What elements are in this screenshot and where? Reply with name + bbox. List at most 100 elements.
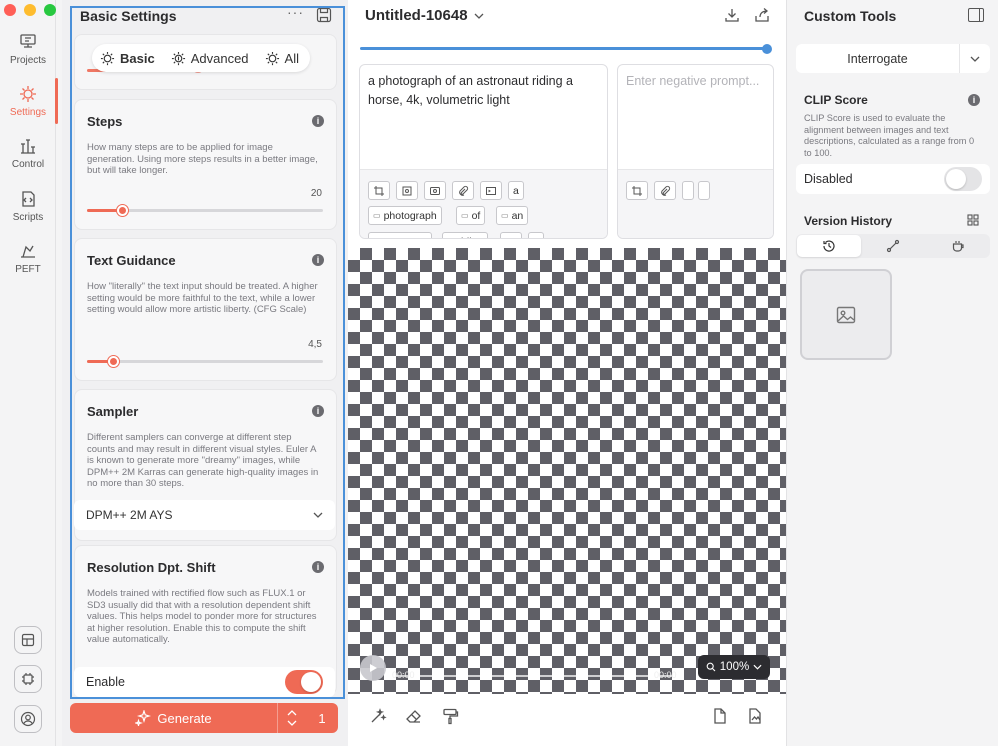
user-button[interactable] — [14, 705, 42, 733]
prompt-token-chip[interactable]: ▭ of — [456, 206, 486, 225]
steps-slider[interactable] — [87, 205, 323, 216]
steps-slider-knob[interactable] — [117, 205, 129, 216]
crop-icon — [632, 185, 642, 196]
tool-chip[interactable] — [626, 181, 648, 200]
resolution-shift-title: Resolution Dpt. Shift — [87, 560, 216, 575]
share-icon[interactable] — [754, 7, 770, 23]
video-scrubber[interactable] — [394, 675, 684, 677]
scripts-icon — [22, 191, 35, 207]
tab-cup[interactable] — [926, 235, 990, 257]
image-placeholder-icon — [836, 306, 856, 323]
clip-score-description: CLIP Score is used to evaluate the align… — [804, 113, 975, 158]
sparkle-icon — [135, 710, 152, 726]
rail-item-control[interactable]: Control — [0, 136, 56, 170]
empty-chip[interactable] — [698, 181, 710, 200]
save-icon[interactable] — [316, 7, 332, 23]
tool-chip[interactable] — [452, 181, 474, 200]
text-guidance-slider[interactable] — [87, 356, 323, 367]
text-guidance-title: Text Guidance — [87, 253, 176, 268]
progress-knob[interactable] — [762, 44, 772, 54]
interrogate-chevron[interactable] — [960, 56, 990, 62]
branch-icon — [887, 239, 900, 253]
sampler-select[interactable]: DPM++ 2M AYS — [74, 500, 335, 530]
tool-chip[interactable] — [424, 181, 446, 200]
tool-chip[interactable] — [480, 181, 502, 200]
tool-chip[interactable] — [654, 181, 676, 200]
layout-button[interactable] — [14, 626, 42, 654]
info-icon[interactable]: i — [312, 254, 324, 266]
chevron-down-icon — [474, 13, 484, 19]
chip-button[interactable] — [14, 665, 42, 693]
play-button[interactable] — [360, 655, 386, 681]
peft-icon — [21, 245, 35, 258]
projects-icon — [20, 34, 36, 48]
rail-label: PEFT — [15, 264, 41, 275]
info-icon[interactable]: i — [312, 561, 324, 573]
image-canvas[interactable] — [348, 248, 786, 694]
prompt-token-chip[interactable]: ▭ an — [496, 206, 529, 225]
close-window-button[interactable] — [4, 4, 16, 16]
token-icon: ▭ — [373, 211, 381, 220]
resolution-shift-toggle-row: Enable — [74, 667, 335, 697]
document-title[interactable]: Untitled-10648 — [365, 7, 484, 24]
search-icon — [706, 662, 716, 672]
prompt-token-area: a ▭photograph ▭of ▭an ▭astronaut ▭riding… — [360, 169, 607, 238]
info-icon[interactable]: i — [968, 94, 980, 106]
generate-button[interactable]: Generate — [70, 703, 278, 733]
info-icon[interactable]: i — [312, 115, 324, 127]
more-options-button[interactable]: ··· — [287, 4, 304, 20]
prompt-token-chip[interactable]: ▭riding — [442, 232, 489, 238]
rail-item-settings[interactable]: Settings — [0, 78, 58, 124]
negative-prompt-input[interactable]: Enter negative prompt... — [626, 72, 765, 91]
zoom-control[interactable]: 100% — [698, 655, 770, 679]
sidebar-toggle-icon[interactable] — [968, 8, 984, 22]
interrogate-dropdown[interactable]: Interrogate — [796, 44, 990, 73]
rail-label: Settings — [9, 107, 47, 118]
prompt-token-chip[interactable]: a — [508, 181, 524, 200]
token-icon: ▭ — [373, 237, 381, 238]
version-thumbnail[interactable] — [800, 269, 892, 360]
segment-advanced[interactable]: Advanced — [163, 46, 257, 70]
document-icon[interactable] — [711, 707, 729, 725]
tab-history[interactable] — [797, 235, 862, 257]
batch-stepper[interactable] — [278, 703, 306, 733]
clip-status-label: Disabled — [804, 172, 853, 186]
history-icon — [823, 240, 835, 252]
prompt-token-chip[interactable]: ▭ photograph — [368, 206, 442, 225]
minimize-window-button[interactable] — [24, 4, 36, 16]
magic-wand-icon[interactable] — [369, 707, 387, 725]
play-icon — [370, 664, 377, 672]
negative-token-area — [618, 169, 773, 238]
rail-label: Scripts — [12, 212, 44, 223]
basic-sun-icon — [100, 51, 115, 65]
paint-roller-icon[interactable] — [441, 707, 459, 725]
prompt-input[interactable]: a photograph of an astronaut riding a ho… — [368, 72, 599, 110]
clip-score-toggle[interactable] — [944, 167, 982, 191]
version-history-tabs — [796, 234, 990, 258]
prompt-box: a photograph of an astronaut riding a ho… — [359, 64, 608, 239]
info-icon[interactable]: i — [312, 405, 324, 417]
segment-all[interactable]: All — [257, 46, 307, 70]
prompt-token-chip[interactable]: a — [528, 232, 544, 238]
download-icon[interactable] — [724, 7, 740, 23]
export-image-icon[interactable] — [746, 707, 764, 725]
window-controls — [4, 4, 56, 16]
empty-chip[interactable] — [682, 181, 694, 200]
negative-prompt-box: Enter negative prompt... — [617, 64, 774, 239]
grid-icon[interactable] — [967, 214, 979, 226]
tool-chip[interactable] — [368, 181, 390, 200]
segment-basic[interactable]: Basic — [92, 46, 163, 70]
prompt-token-chip[interactable]: ▭astronaut — [368, 232, 433, 238]
rail-item-projects[interactable]: Projects — [0, 32, 56, 66]
custom-tools-title: Custom Tools — [804, 8, 897, 24]
prompt-token-chip[interactable]: ▭ — [500, 232, 522, 238]
rail-item-peft[interactable]: PEFT — [0, 241, 56, 275]
eraser-icon[interactable] — [404, 707, 422, 725]
zoom-window-button[interactable] — [44, 4, 56, 16]
tool-chip[interactable] — [396, 181, 418, 200]
tab-branch[interactable] — [861, 235, 925, 257]
enable-toggle[interactable] — [285, 670, 323, 694]
settings-panel-title: Basic Settings — [80, 8, 177, 24]
text-guidance-slider-knob[interactable] — [107, 356, 119, 367]
rail-item-scripts[interactable]: Scripts — [0, 189, 56, 223]
